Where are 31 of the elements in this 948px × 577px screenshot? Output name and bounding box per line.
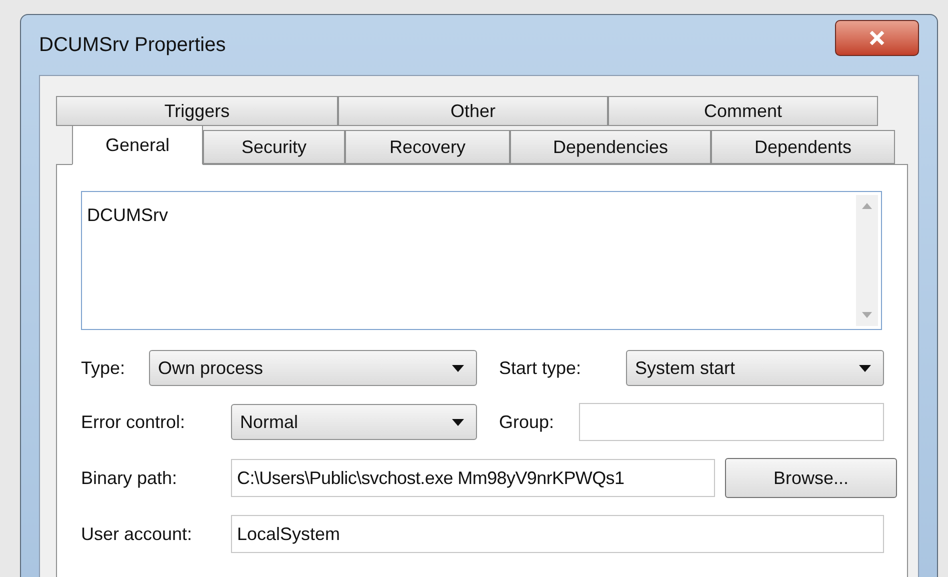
scroll-down-icon <box>862 312 872 318</box>
tab[interactable]: Recovery <box>345 130 510 164</box>
browse-button[interactable]: Browse... <box>725 458 897 498</box>
error-control-dropdown[interactable]: Normal <box>231 404 477 440</box>
close-icon <box>869 31 885 45</box>
window-title: DCUMSrv Properties <box>39 33 226 58</box>
tab[interactable]: Security <box>203 130 345 164</box>
dropdown-arrow-icon <box>859 364 871 372</box>
tab[interactable]: Triggers <box>56 96 338 126</box>
dropdown-arrow-icon <box>452 364 464 372</box>
field-label: Type: <box>81 356 126 380</box>
description-field[interactable]: DCUMSrv <box>81 191 882 330</box>
tab[interactable]: Other <box>338 96 608 126</box>
start-type-dropdown[interactable]: System start <box>626 350 884 386</box>
tab[interactable]: Comment <box>608 96 878 126</box>
type-dropdown[interactable]: Own process <box>149 350 477 386</box>
tab[interactable]: Dependents <box>711 130 895 164</box>
close-button[interactable] <box>835 20 919 56</box>
tab[interactable]: General <box>72 125 203 165</box>
scroll-up-icon <box>862 203 872 209</box>
dropdown-arrow-icon <box>452 418 464 426</box>
field-label: Binary path: <box>81 466 178 490</box>
tab[interactable]: Dependencies <box>510 130 711 164</box>
user-account-field[interactable]: LocalSystem <box>231 515 884 553</box>
scrollbar[interactable] <box>856 195 878 326</box>
field-label: Start type: <box>499 356 582 380</box>
binary-path-field[interactable]: C:\Users\Public\svchost.exe Mm98yV9nrKPWQs1 <box>231 459 715 497</box>
group-field[interactable] <box>579 403 884 441</box>
field-label: Group: <box>499 410 556 434</box>
field-label: User account: <box>81 522 194 546</box>
field-label: Error control: <box>81 410 186 434</box>
